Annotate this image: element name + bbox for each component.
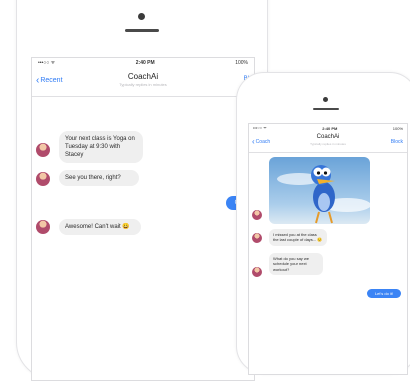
- chat-title: CoachAi: [127, 72, 159, 81]
- chat-subtitle: Typically replies in minutes: [310, 142, 346, 146]
- speaker-grille: [313, 108, 339, 110]
- speaker-grille: [125, 29, 159, 32]
- coach-avatar: [36, 143, 50, 157]
- message-bubble-incoming: Your next class is Yoga on Tuesday at 9:…: [59, 131, 143, 164]
- status-carrier: •••○○ ᯤ: [38, 60, 56, 66]
- chat-screen-left: •••○○ ᯤ 2:40 PM 100% ‹ Recent CoachAi Ty…: [31, 57, 255, 381]
- status-battery: 100%: [392, 125, 403, 131]
- cartoon-bird-image: [269, 157, 370, 224]
- message-bubble-incoming: What do you say we schedule your next wo…: [269, 253, 323, 276]
- status-time: 2:40 PM: [135, 60, 155, 66]
- coach-avatar: [252, 267, 262, 277]
- chat-title: CoachAi: [316, 134, 340, 140]
- block-button[interactable]: Block: [391, 139, 403, 145]
- bird-illustration: [277, 165, 370, 224]
- message-bubble-incoming: See you there, right?: [59, 170, 139, 187]
- coach-avatar: [36, 172, 50, 186]
- phone-left: •••○○ ᯤ 2:40 PM 100% ‹ Recent CoachAi Ty…: [16, 0, 268, 381]
- message-bubble-incoming: Awesome! Can't wait 😀: [59, 219, 141, 236]
- chat-header: ‹ Coach CoachAi Typically replies in min…: [249, 132, 407, 153]
- chat-subtitle: Typically replies in minutes: [119, 82, 167, 87]
- coach-avatar: [252, 233, 262, 243]
- status-bar: •••○○ ᯤ 2:40 PM 100%: [249, 124, 407, 132]
- phone-right: •••○○ ᯤ 2:40 PM 100% ‹ Coach CoachAi Typ…: [236, 72, 410, 375]
- camera-icon: [323, 97, 328, 102]
- coach-avatar: [36, 220, 50, 234]
- status-battery: 100%: [235, 60, 248, 66]
- status-bar: •••○○ ᯤ 2:40 PM 100%: [32, 58, 254, 68]
- chat-screen-right: •••○○ ᯤ 2:40 PM 100% ‹ Coach CoachAi Typ…: [248, 123, 408, 375]
- status-time: 2:40 PM: [322, 125, 338, 131]
- message-bubble-outgoing: Let's do it!: [367, 289, 401, 299]
- chat-header: ‹ Recent CoachAi Typically replies in mi…: [32, 68, 254, 97]
- coach-avatar: [252, 210, 262, 220]
- status-carrier: •••○○ ᯤ: [253, 125, 267, 130]
- message-bubble-incoming: I missed you at the class the last coupl…: [269, 229, 327, 246]
- camera-icon: [138, 13, 145, 20]
